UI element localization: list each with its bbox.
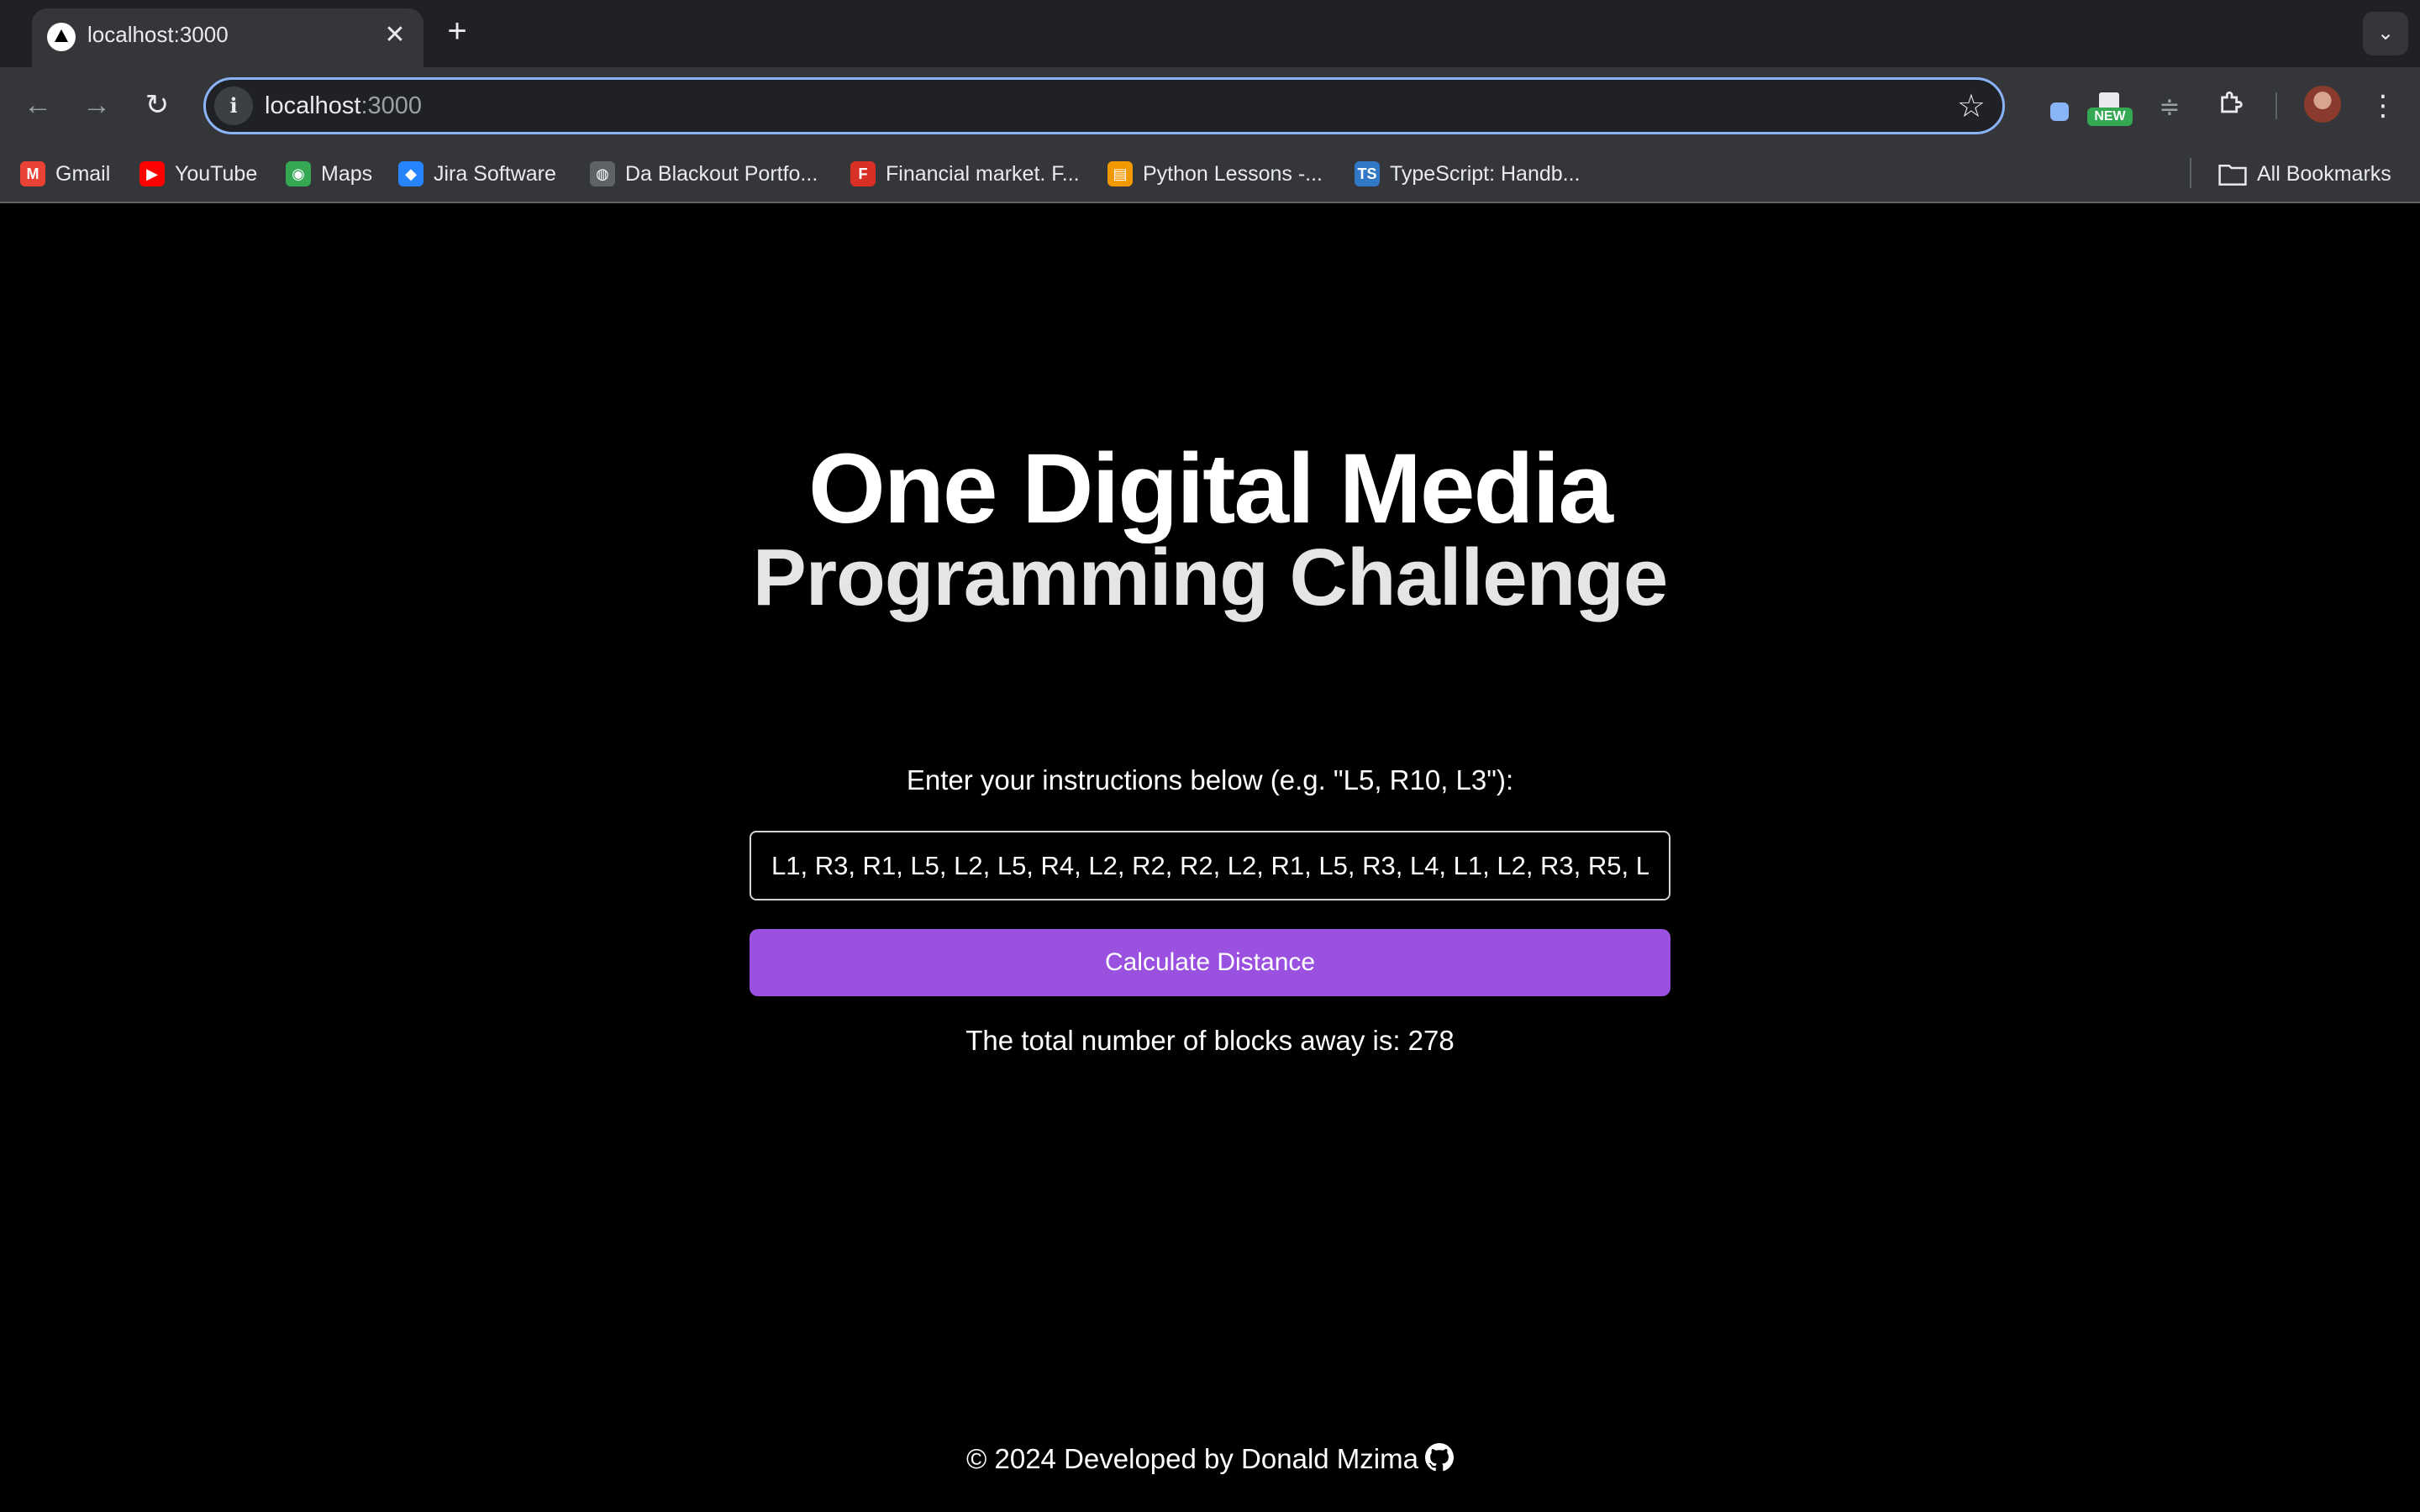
bookmark-jira[interactable]: ◆ Jira Software bbox=[398, 156, 556, 192]
folder-icon bbox=[2218, 164, 2247, 186]
close-tab-icon[interactable]: ✕ bbox=[380, 20, 410, 50]
bookmark-gmail[interactable]: M Gmail bbox=[20, 156, 110, 192]
title-line-1: One Digital Media bbox=[808, 433, 1613, 544]
result-text: The total number of blocks away is: 278 bbox=[965, 1025, 1455, 1056]
extension-pin-icon[interactable] bbox=[2037, 89, 2074, 126]
all-bookmarks-button[interactable]: All Bookmarks bbox=[2218, 156, 2391, 192]
gmail-icon: M bbox=[20, 161, 45, 186]
tab-search-button[interactable]: ⌄ bbox=[2363, 12, 2408, 55]
bookmark-label: Jira Software bbox=[434, 161, 556, 186]
page-content: One Digital Media Programming Challenge … bbox=[0, 203, 2420, 1512]
reload-button[interactable]: ↻ bbox=[136, 84, 178, 126]
maps-icon: ◉ bbox=[286, 161, 311, 186]
all-bookmarks-label: All Bookmarks bbox=[2257, 161, 2391, 186]
page-title: One Digital Media Programming Challenge bbox=[0, 438, 2420, 620]
footer-text: © 2024 Developed by Donald Mzima bbox=[966, 1443, 1418, 1474]
extensions-puzzle-icon[interactable] bbox=[2213, 89, 2250, 126]
bookmark-label: TypeScript: Handb... bbox=[1390, 161, 1581, 186]
address-url[interactable]: localhost:3000 bbox=[265, 92, 422, 120]
forward-button[interactable]: → bbox=[76, 84, 118, 126]
bookmark-youtube[interactable]: ▶ YouTube bbox=[139, 156, 257, 192]
tab-localhost[interactable]: localhost:3000 ✕ bbox=[32, 8, 424, 67]
jira-icon: ◆ bbox=[398, 161, 424, 186]
profile-avatar[interactable] bbox=[2304, 86, 2341, 123]
github-icon[interactable] bbox=[1424, 1443, 1454, 1472]
instructions-input[interactable] bbox=[750, 831, 1670, 900]
bookmark-label: YouTube bbox=[175, 161, 258, 186]
footer: © 2024 Developed by Donald Mzima bbox=[0, 1443, 2420, 1475]
extension-translate-icon[interactable]: ≑ bbox=[2151, 89, 2188, 126]
new-tab-button[interactable]: + bbox=[439, 13, 476, 50]
bookmark-book[interactable]: ▤ Python Lessons -... bbox=[1107, 156, 1323, 192]
address-bar[interactable]: i localhost:3000 ☆ bbox=[203, 77, 2005, 134]
nextjs-favicon-icon bbox=[47, 23, 76, 51]
tab-title: localhost:3000 bbox=[87, 22, 229, 47]
globe-icon: ◍ bbox=[590, 161, 615, 186]
bookmark-star-icon[interactable]: ☆ bbox=[1957, 88, 1986, 125]
bookmarks-bar: All Bookmarks M Gmail ▶ YouTube ◉ Maps ◆ Jira S… bbox=[0, 144, 2420, 203]
bookmark-typescript[interactable]: TS TypeScript: Handb... bbox=[1355, 156, 1581, 192]
toolbar-separator bbox=[2275, 92, 2277, 119]
extension-new-icon[interactable]: NEW bbox=[2087, 92, 2133, 126]
site-info-icon[interactable]: i bbox=[214, 87, 253, 125]
browser-chrome: localhost:3000 ✕ + ⌄ ← → ↻ i localhost:3… bbox=[0, 0, 2420, 203]
typescript-icon: TS bbox=[1355, 161, 1380, 186]
address-port: :3000 bbox=[360, 92, 423, 119]
address-host: localhost bbox=[265, 92, 361, 119]
calculate-distance-button[interactable]: Calculate Distance bbox=[750, 929, 1670, 996]
bookmark-financial[interactable]: F Financial market. F... bbox=[850, 156, 1080, 192]
bookmark-globe[interactable]: ◍ Da Blackout Portfo... bbox=[590, 156, 818, 192]
bookmark-maps[interactable]: ◉ Maps bbox=[286, 156, 372, 192]
extension-dot bbox=[2050, 102, 2069, 121]
tab-strip: localhost:3000 ✕ + ⌄ bbox=[0, 0, 2420, 67]
puzzle-svg bbox=[2221, 91, 2243, 113]
bookmark-label: Financial market. F... bbox=[886, 161, 1080, 186]
new-badge: NEW bbox=[2087, 108, 2133, 126]
book-icon: ▤ bbox=[1107, 161, 1133, 186]
bookmarks-separator bbox=[2190, 158, 2191, 188]
chrome-menu-icon[interactable]: ⋮ bbox=[2366, 86, 2400, 126]
back-button[interactable]: ← bbox=[17, 84, 59, 126]
bookmark-label: Gmail bbox=[55, 161, 111, 186]
title-line-2: Programming Challenge bbox=[752, 533, 1669, 622]
financial-icon: F bbox=[850, 161, 876, 186]
bookmark-label: Python Lessons -... bbox=[1143, 161, 1323, 186]
browser-toolbar: ← → ↻ i localhost:3000 ☆ NEW ≑ ⋮ bbox=[0, 67, 2420, 144]
instructions-prompt: Enter your instructions below (e.g. "L5,… bbox=[906, 764, 1514, 795]
youtube-icon: ▶ bbox=[139, 161, 165, 186]
bookmark-label: Da Blackout Portfo... bbox=[625, 161, 818, 186]
bookmark-label: Maps bbox=[321, 161, 373, 186]
